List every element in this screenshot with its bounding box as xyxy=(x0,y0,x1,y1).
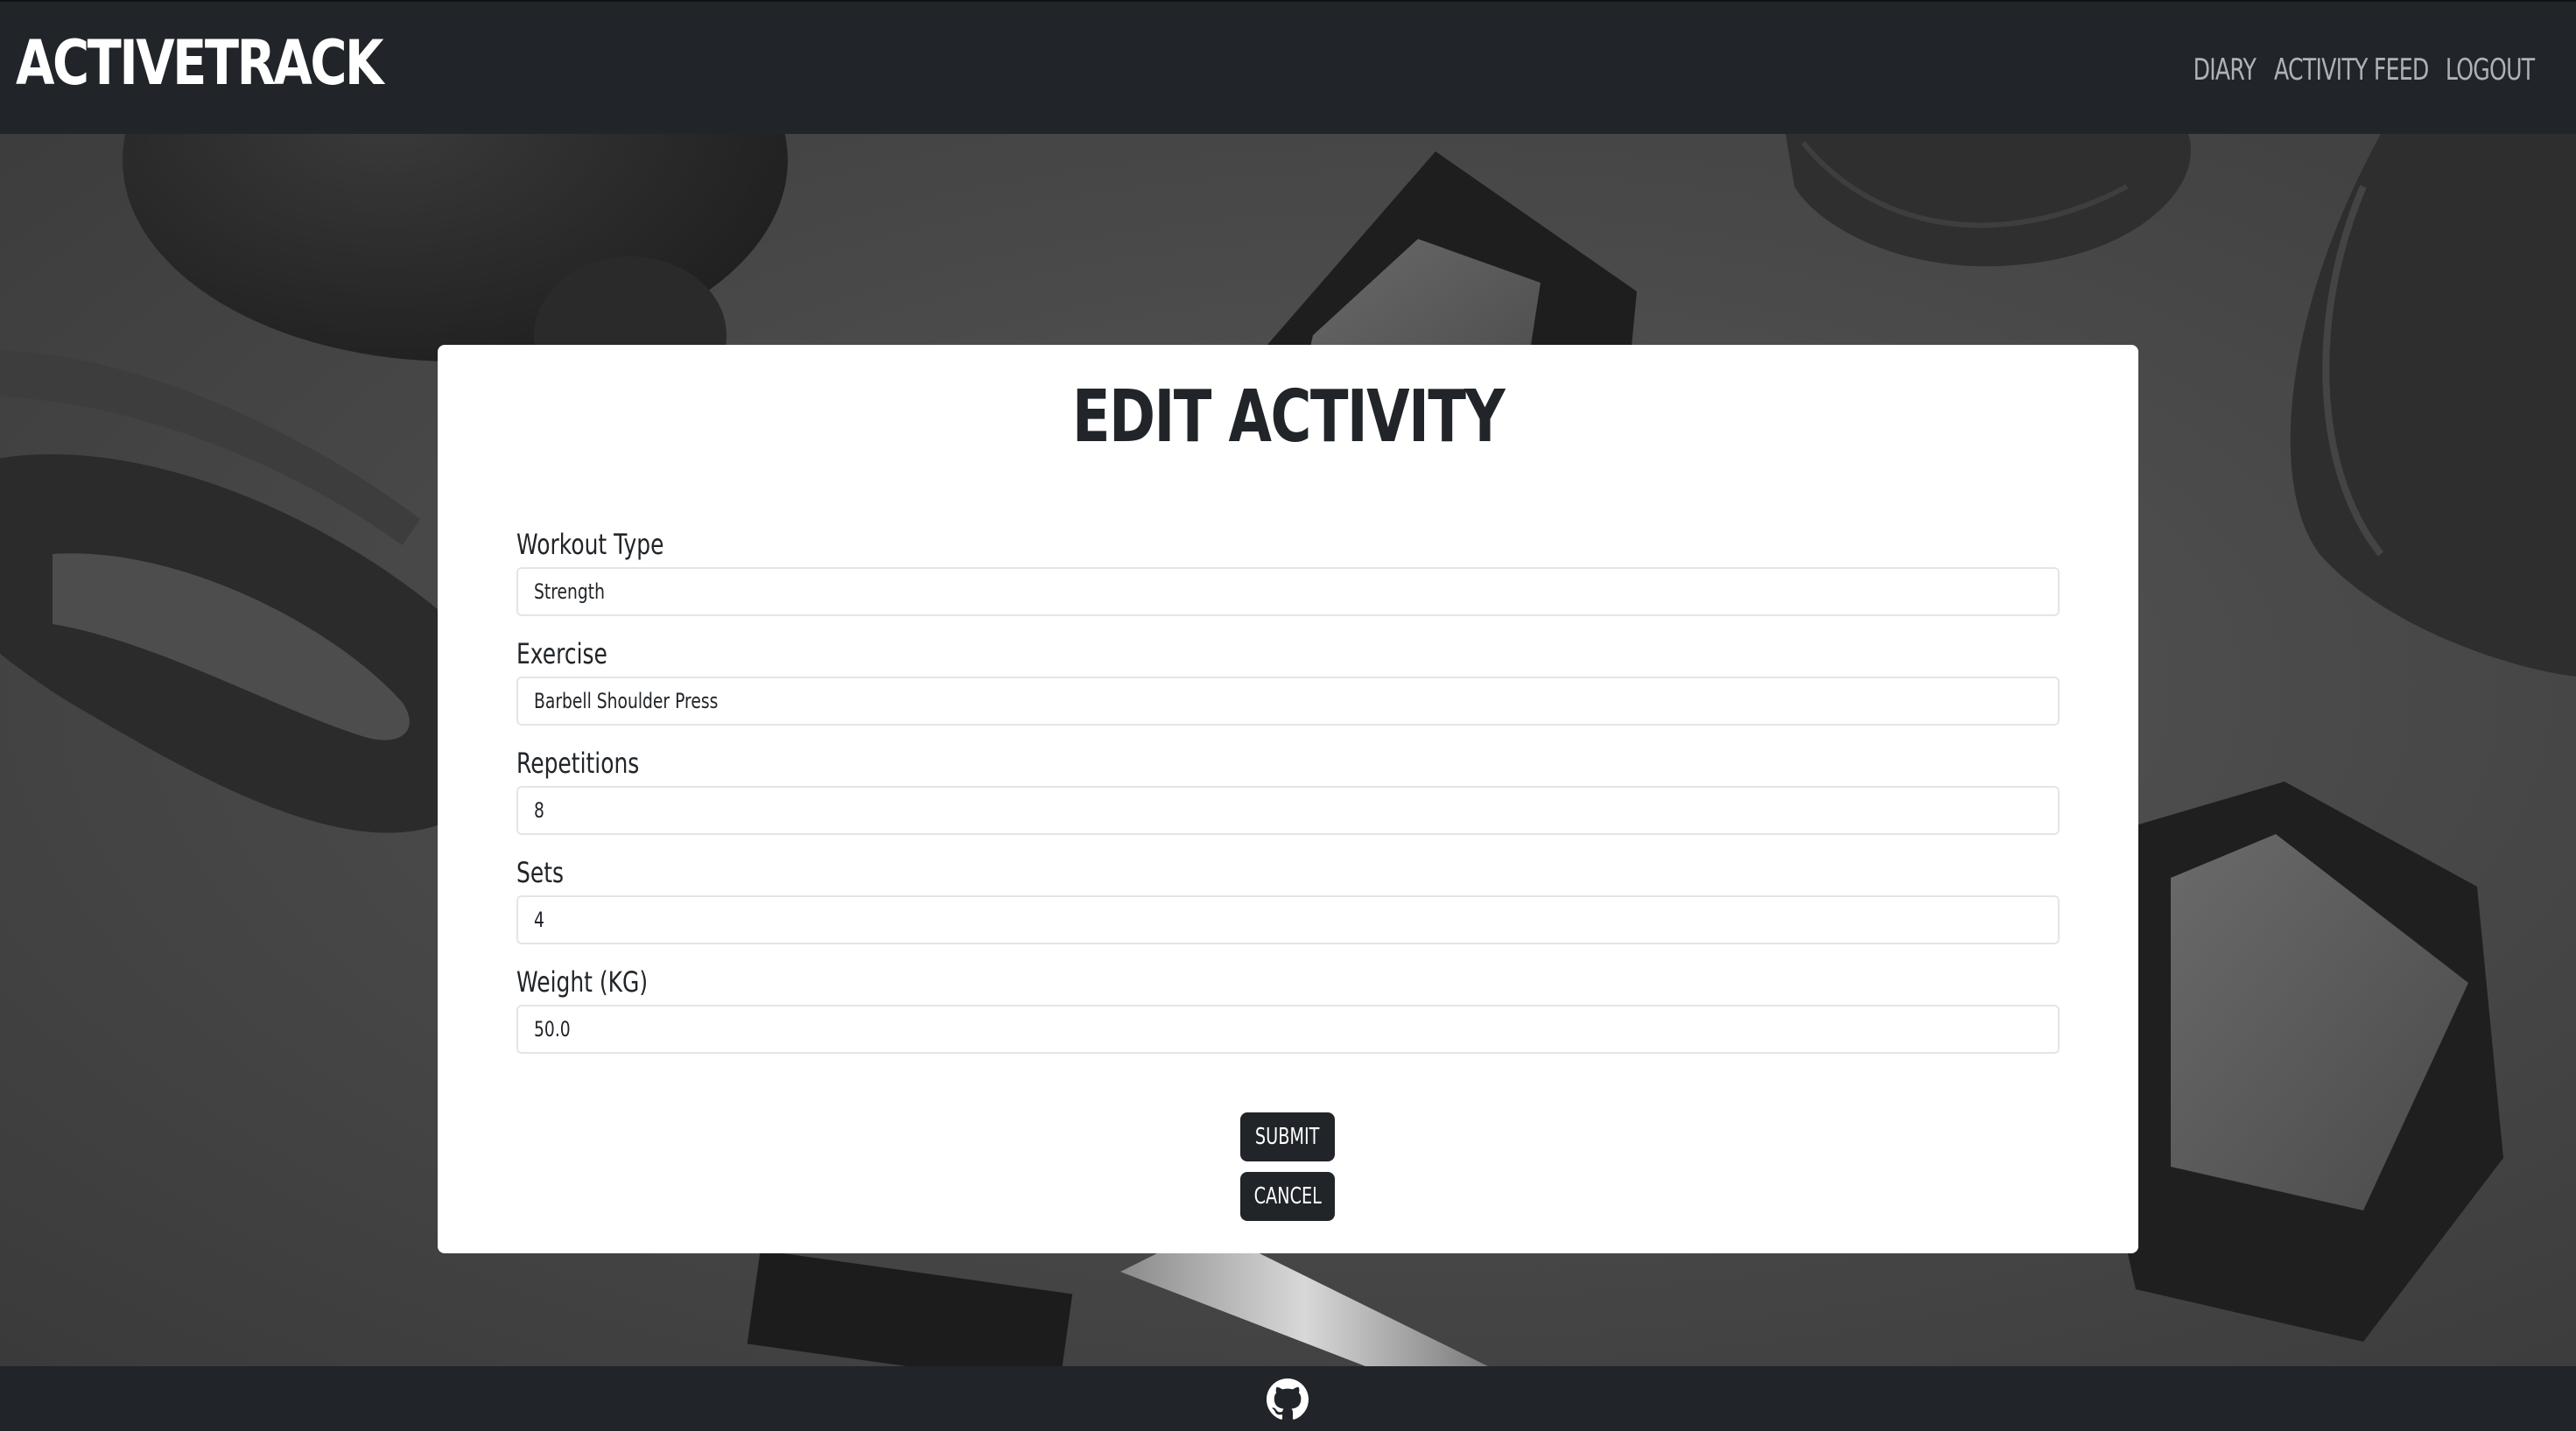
weight-field: Weight (KG) 50.0 xyxy=(516,965,2060,1054)
nav-link-activity-feed[interactable]: ACTIVITY FEED xyxy=(2274,51,2429,89)
weight-label: Weight (KG) xyxy=(516,965,649,999)
weight-input[interactable]: 50.0 xyxy=(516,1005,2060,1054)
repetitions-label: Repetitions xyxy=(516,747,640,780)
page: ACTIVETRACK DIARY ACTIVITY FEED LOGOUT E… xyxy=(0,0,2576,1431)
exercise-field: Exercise Barbell Shoulder Press xyxy=(516,636,2060,726)
repetitions-input[interactable]: 8 xyxy=(516,786,2060,835)
submit-button-label: SUBMIT xyxy=(1255,1124,1320,1150)
sets-value: 4 xyxy=(534,908,544,932)
repetitions-value: 8 xyxy=(534,798,544,823)
brand-logo[interactable]: ACTIVETRACK xyxy=(16,23,383,103)
workout-type-field: Workout Type Strength xyxy=(516,527,2060,616)
edit-activity-card: EDIT ACTIVITY Workout Type Strength Exer… xyxy=(438,345,2138,1253)
exercise-value: Barbell Shoulder Press xyxy=(534,689,719,713)
cancel-button-label: CANCEL xyxy=(1253,1183,1322,1210)
sets-input[interactable]: 4 xyxy=(516,895,2060,944)
repetitions-field: Repetitions 8 xyxy=(516,746,2060,835)
nav-link-logout[interactable]: LOGOUT xyxy=(2446,51,2535,89)
workout-type-label: Workout Type xyxy=(516,528,664,561)
exercise-label: Exercise xyxy=(516,637,607,670)
nav-links: DIARY ACTIVITY FEED LOGOUT xyxy=(2182,51,2550,89)
nav-link-diary[interactable]: DIARY xyxy=(2193,51,2256,89)
exercise-input[interactable]: Barbell Shoulder Press xyxy=(516,677,2060,726)
github-link[interactable] xyxy=(1267,1378,1309,1420)
sets-field: Sets 4 xyxy=(516,855,2060,944)
github-icon xyxy=(1267,1378,1309,1420)
cancel-button[interactable]: CANCEL xyxy=(1240,1172,1335,1221)
navbar: ACTIVETRACK DIARY ACTIVITY FEED LOGOUT xyxy=(0,0,2576,134)
weight-value: 50.0 xyxy=(534,1017,571,1042)
footer xyxy=(0,1366,2576,1431)
submit-button[interactable]: SUBMIT xyxy=(1240,1112,1335,1161)
page-title: EDIT ACTIVITY xyxy=(1071,375,1506,459)
workout-type-value: Strength xyxy=(534,579,605,604)
workout-type-input[interactable]: Strength xyxy=(516,567,2060,616)
sets-label: Sets xyxy=(516,856,564,889)
